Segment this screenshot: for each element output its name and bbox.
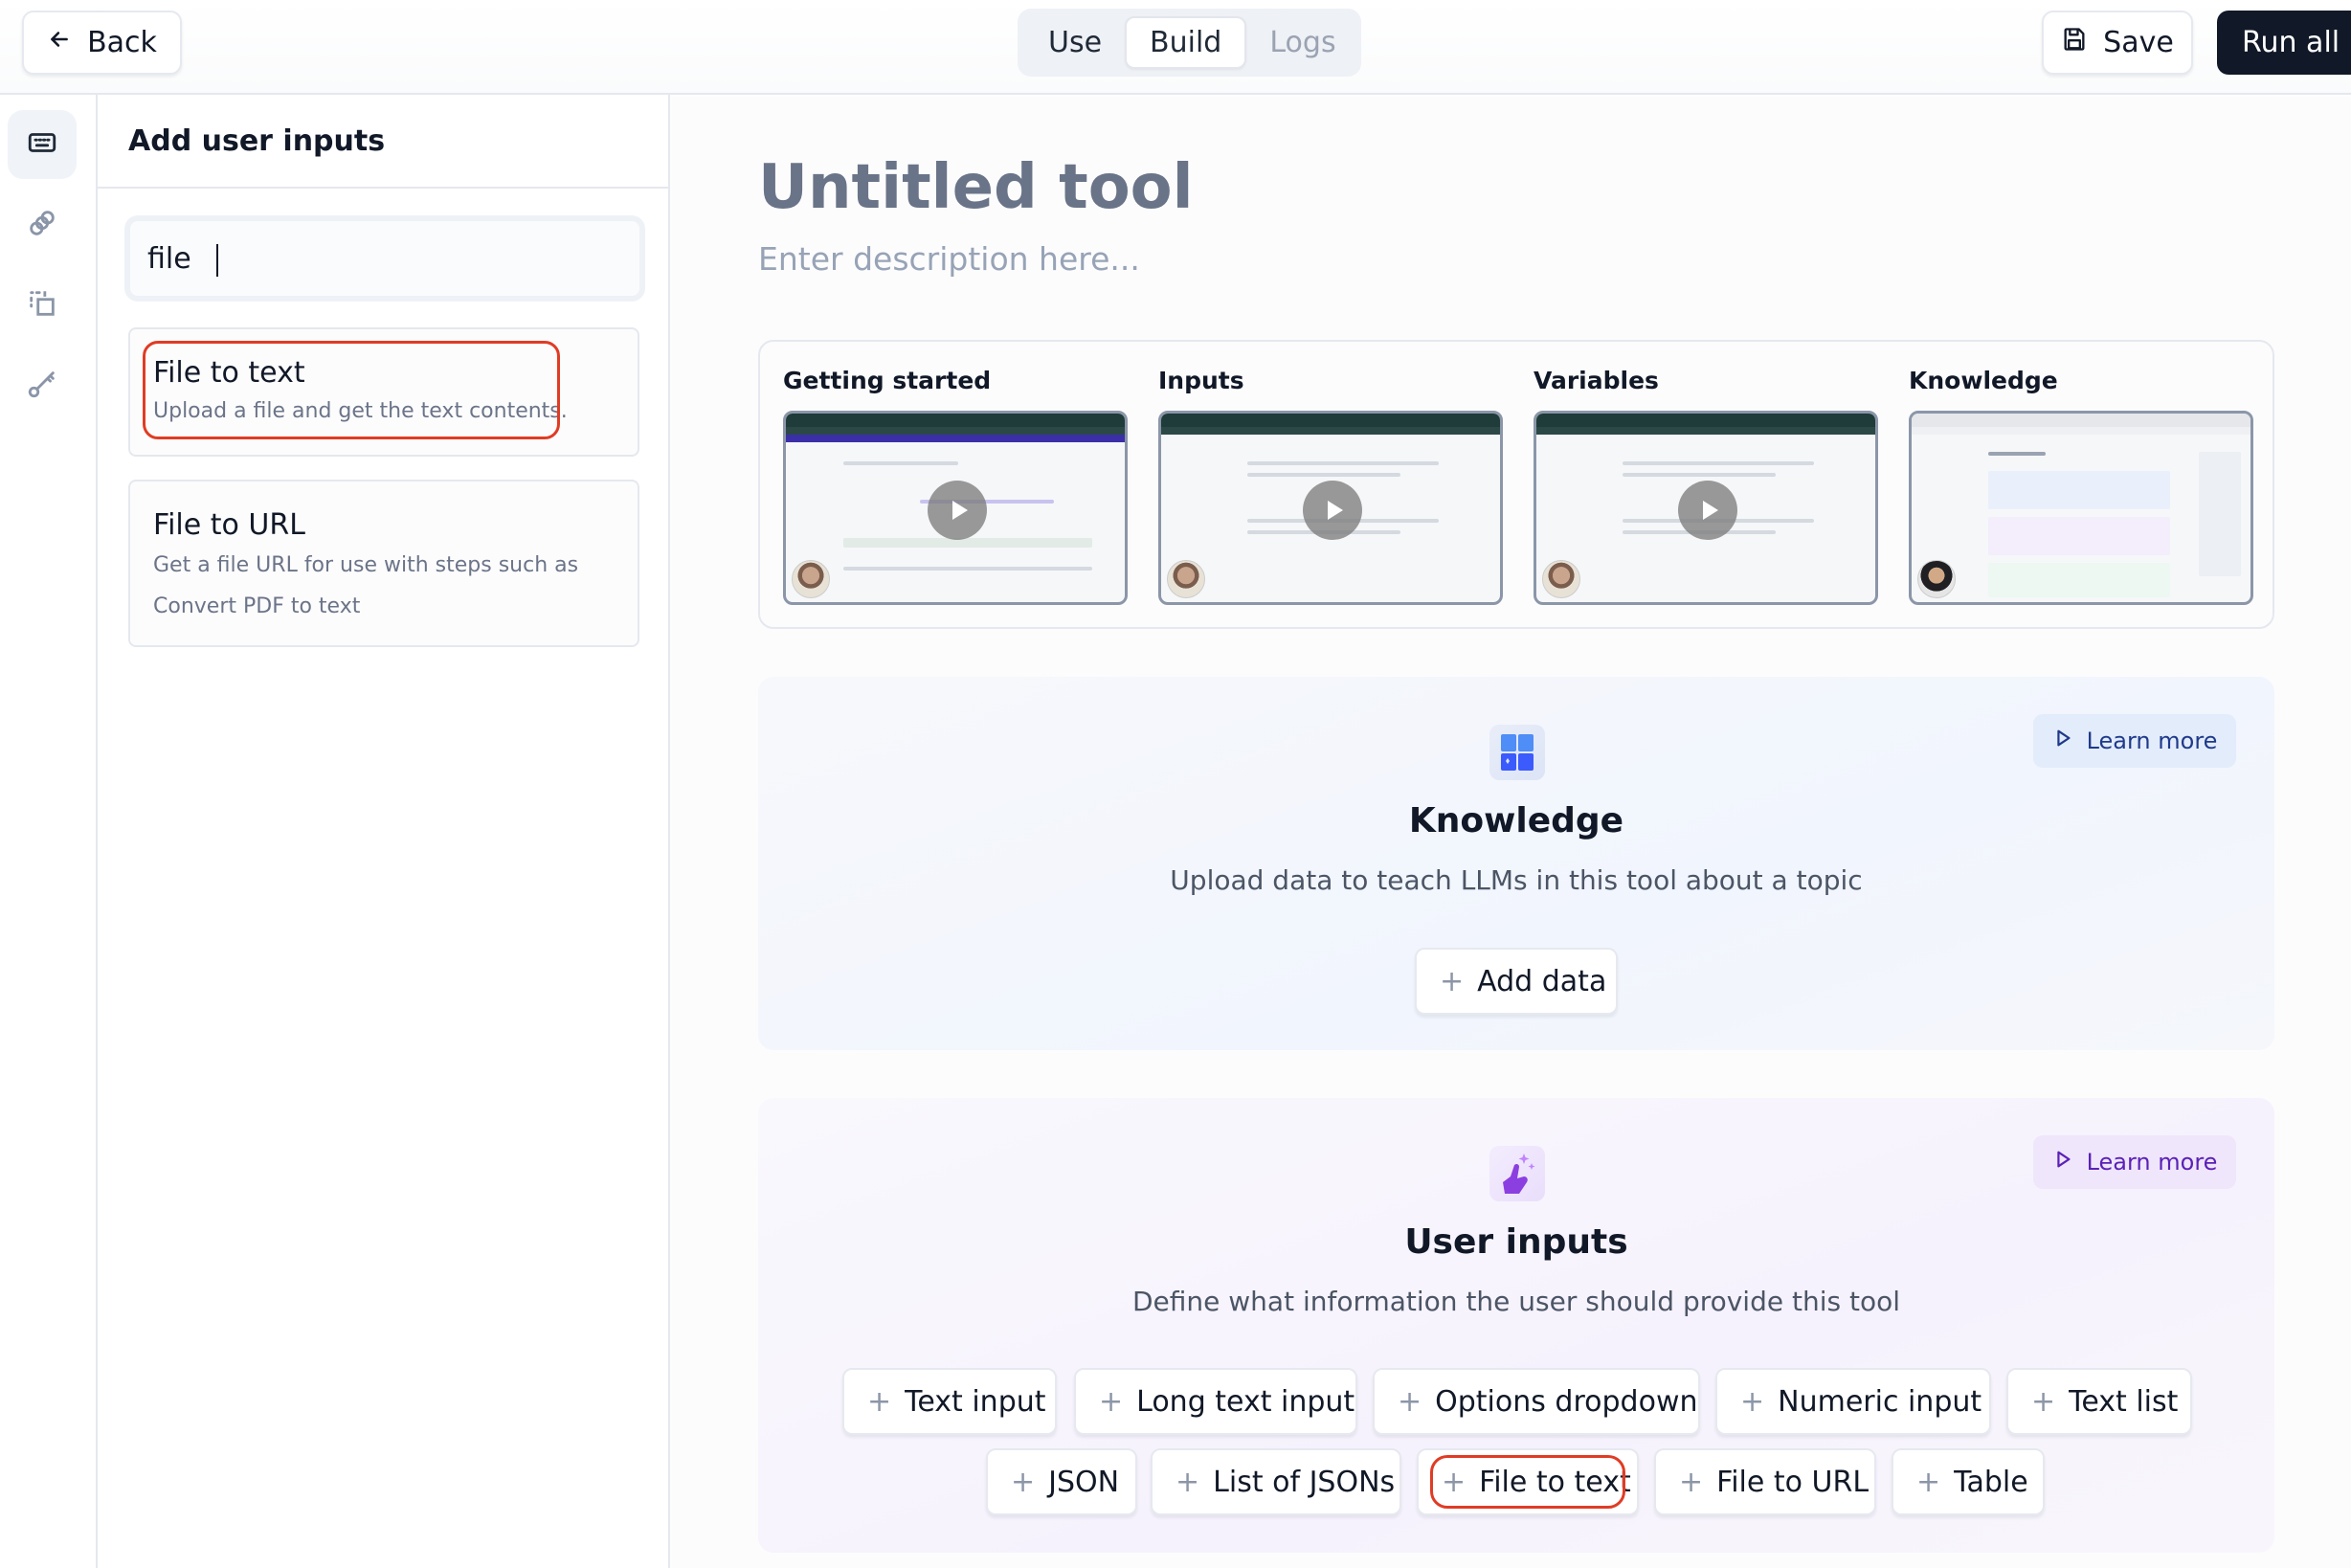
plus-icon: +	[1398, 1384, 1422, 1419]
icon-rail	[0, 95, 98, 1568]
tool-description-field[interactable]: Enter description here...	[758, 240, 1140, 278]
add-text-list-button[interactable]: + Text list	[2006, 1368, 2192, 1435]
chip-label: Options dropdown	[1435, 1384, 1698, 1419]
play-icon	[1678, 481, 1737, 540]
user-inputs-title: User inputs	[1404, 1222, 1628, 1262]
add-file-to-text-button[interactable]: + File to text	[1417, 1448, 1639, 1515]
copy-selection-icon	[26, 287, 58, 324]
add-table-button[interactable]: + Table	[1892, 1448, 2045, 1515]
play-icon	[1303, 481, 1362, 540]
knowledge-subtitle: Upload data to teach LLMs in this tool a…	[1170, 864, 1863, 896]
tutorials-card: Getting started Inputs Variables Knowled…	[758, 340, 2274, 629]
rail-item-keys[interactable]	[8, 351, 77, 420]
knowledge-section: Learn more Knowledge Upload data to teac…	[758, 677, 2274, 1050]
plus-icon: +	[2031, 1384, 2056, 1419]
presenter-avatar	[792, 560, 830, 598]
add-data-button[interactable]: + Add data	[1415, 948, 1618, 1015]
user-inputs-icon	[1489, 1146, 1545, 1201]
link-icon	[26, 207, 58, 243]
result-title: File to text	[153, 356, 305, 390]
result-description: Upload a file and get the text contents.	[153, 399, 568, 423]
tutorial-label: Variables	[1534, 367, 1659, 394]
tutorial-video-thumbnail[interactable]	[783, 411, 1128, 605]
tool-title[interactable]: Untitled tool	[758, 152, 1194, 223]
plus-icon: +	[1740, 1384, 1765, 1419]
presenter-avatar	[1917, 560, 1956, 598]
search-field[interactable]	[124, 215, 645, 302]
play-outline-icon	[2052, 728, 2073, 754]
play-icon	[928, 481, 987, 540]
user-inputs-section: Learn more User inputs Define what infor…	[758, 1098, 2274, 1553]
result-title: File to URL	[153, 508, 305, 542]
chip-label: Table	[1954, 1465, 2028, 1499]
rail-item-user-inputs[interactable]	[8, 110, 77, 179]
plus-icon: +	[1099, 1384, 1124, 1419]
chip-label: JSON	[1048, 1465, 1120, 1499]
play-outline-icon	[2052, 1149, 2073, 1176]
result-file-to-text[interactable]: File to text Upload a file and get the t…	[128, 327, 639, 457]
tutorial-label: Knowledge	[1909, 367, 2058, 394]
user-inputs-learn-more-button[interactable]: Learn more	[2033, 1135, 2236, 1189]
back-label: Back	[87, 26, 157, 59]
chip-label: Long text input	[1136, 1384, 1355, 1419]
main-canvas: Untitled tool Enter description here... …	[672, 97, 2351, 1568]
plus-icon: +	[867, 1384, 892, 1419]
tab-logs[interactable]: Logs	[1246, 16, 1358, 69]
user-inputs-subtitle: Define what information the user should …	[1131, 1286, 1901, 1317]
plus-icon: +	[1440, 964, 1465, 998]
rail-item-variables[interactable]	[8, 271, 77, 340]
tutorial-label: Getting started	[783, 367, 992, 394]
plus-icon: +	[1176, 1465, 1200, 1499]
keyboard-icon	[26, 126, 58, 163]
add-text-input-button[interactable]: + Text input	[842, 1368, 1057, 1435]
add-long-text-input-button[interactable]: + Long text input	[1074, 1368, 1357, 1435]
text-caret	[216, 244, 218, 277]
presenter-avatar	[1542, 560, 1580, 598]
save-icon	[2061, 26, 2088, 60]
tutorial-video-thumbnail[interactable]	[1158, 411, 1503, 605]
mode-switcher: Use Build Logs	[1018, 9, 1361, 77]
search-input[interactable]	[130, 221, 639, 296]
knowledge-learn-more-button[interactable]: Learn more	[2033, 714, 2236, 768]
key-icon	[26, 368, 58, 404]
save-button[interactable]: Save	[2042, 11, 2193, 75]
plus-icon: +	[1442, 1465, 1467, 1499]
panel-title: Add user inputs	[98, 95, 668, 189]
back-button[interactable]: Back	[22, 11, 182, 75]
plus-icon: +	[1916, 1465, 1941, 1499]
learn-more-label: Learn more	[2086, 1149, 2218, 1176]
top-bar: Back Use Build Logs Save Run all	[0, 0, 2351, 95]
chip-label: File to URL	[1716, 1465, 1870, 1499]
add-list-of-jsons-button[interactable]: + List of JSONs	[1151, 1448, 1401, 1515]
add-options-dropdown-button[interactable]: + Options dropdown	[1373, 1368, 1700, 1435]
plus-icon: +	[1011, 1465, 1036, 1499]
tutorial-video-thumbnail[interactable]	[1909, 411, 2253, 605]
knowledge-title: Knowledge	[1408, 801, 1624, 840]
add-user-inputs-panel: Add user inputs File to text Upload a fi…	[98, 95, 670, 1568]
tutorial-video-thumbnail[interactable]	[1534, 411, 1878, 605]
plus-icon: +	[1679, 1465, 1704, 1499]
rail-item-steps[interactable]	[8, 190, 77, 259]
presenter-avatar	[1167, 560, 1205, 598]
add-data-label: Add data	[1477, 964, 1607, 998]
chip-label: List of JSONs	[1213, 1465, 1396, 1499]
tab-build[interactable]: Build	[1125, 16, 1247, 69]
chip-label: Numeric input	[1778, 1384, 1982, 1419]
run-all-button[interactable]: Run all	[2217, 11, 2351, 75]
tutorial-label: Inputs	[1158, 367, 1244, 394]
chip-label: Text input	[905, 1384, 1046, 1419]
chip-label: Text list	[2069, 1384, 2179, 1419]
save-label: Save	[2103, 26, 2174, 59]
result-description: Get a file URL for use with steps such a…	[153, 553, 579, 618]
arrow-left-icon	[47, 26, 72, 59]
knowledge-icon	[1489, 725, 1545, 780]
chip-label: File to text	[1479, 1465, 1631, 1499]
result-file-to-url[interactable]: File to URL Get a file URL for use with …	[128, 480, 639, 647]
tab-use[interactable]: Use	[1025, 16, 1125, 69]
add-file-to-url-button[interactable]: + File to URL	[1654, 1448, 1876, 1515]
learn-more-label: Learn more	[2086, 728, 2218, 754]
add-json-button[interactable]: + JSON	[986, 1448, 1137, 1515]
add-numeric-input-button[interactable]: + Numeric input	[1715, 1368, 1991, 1435]
